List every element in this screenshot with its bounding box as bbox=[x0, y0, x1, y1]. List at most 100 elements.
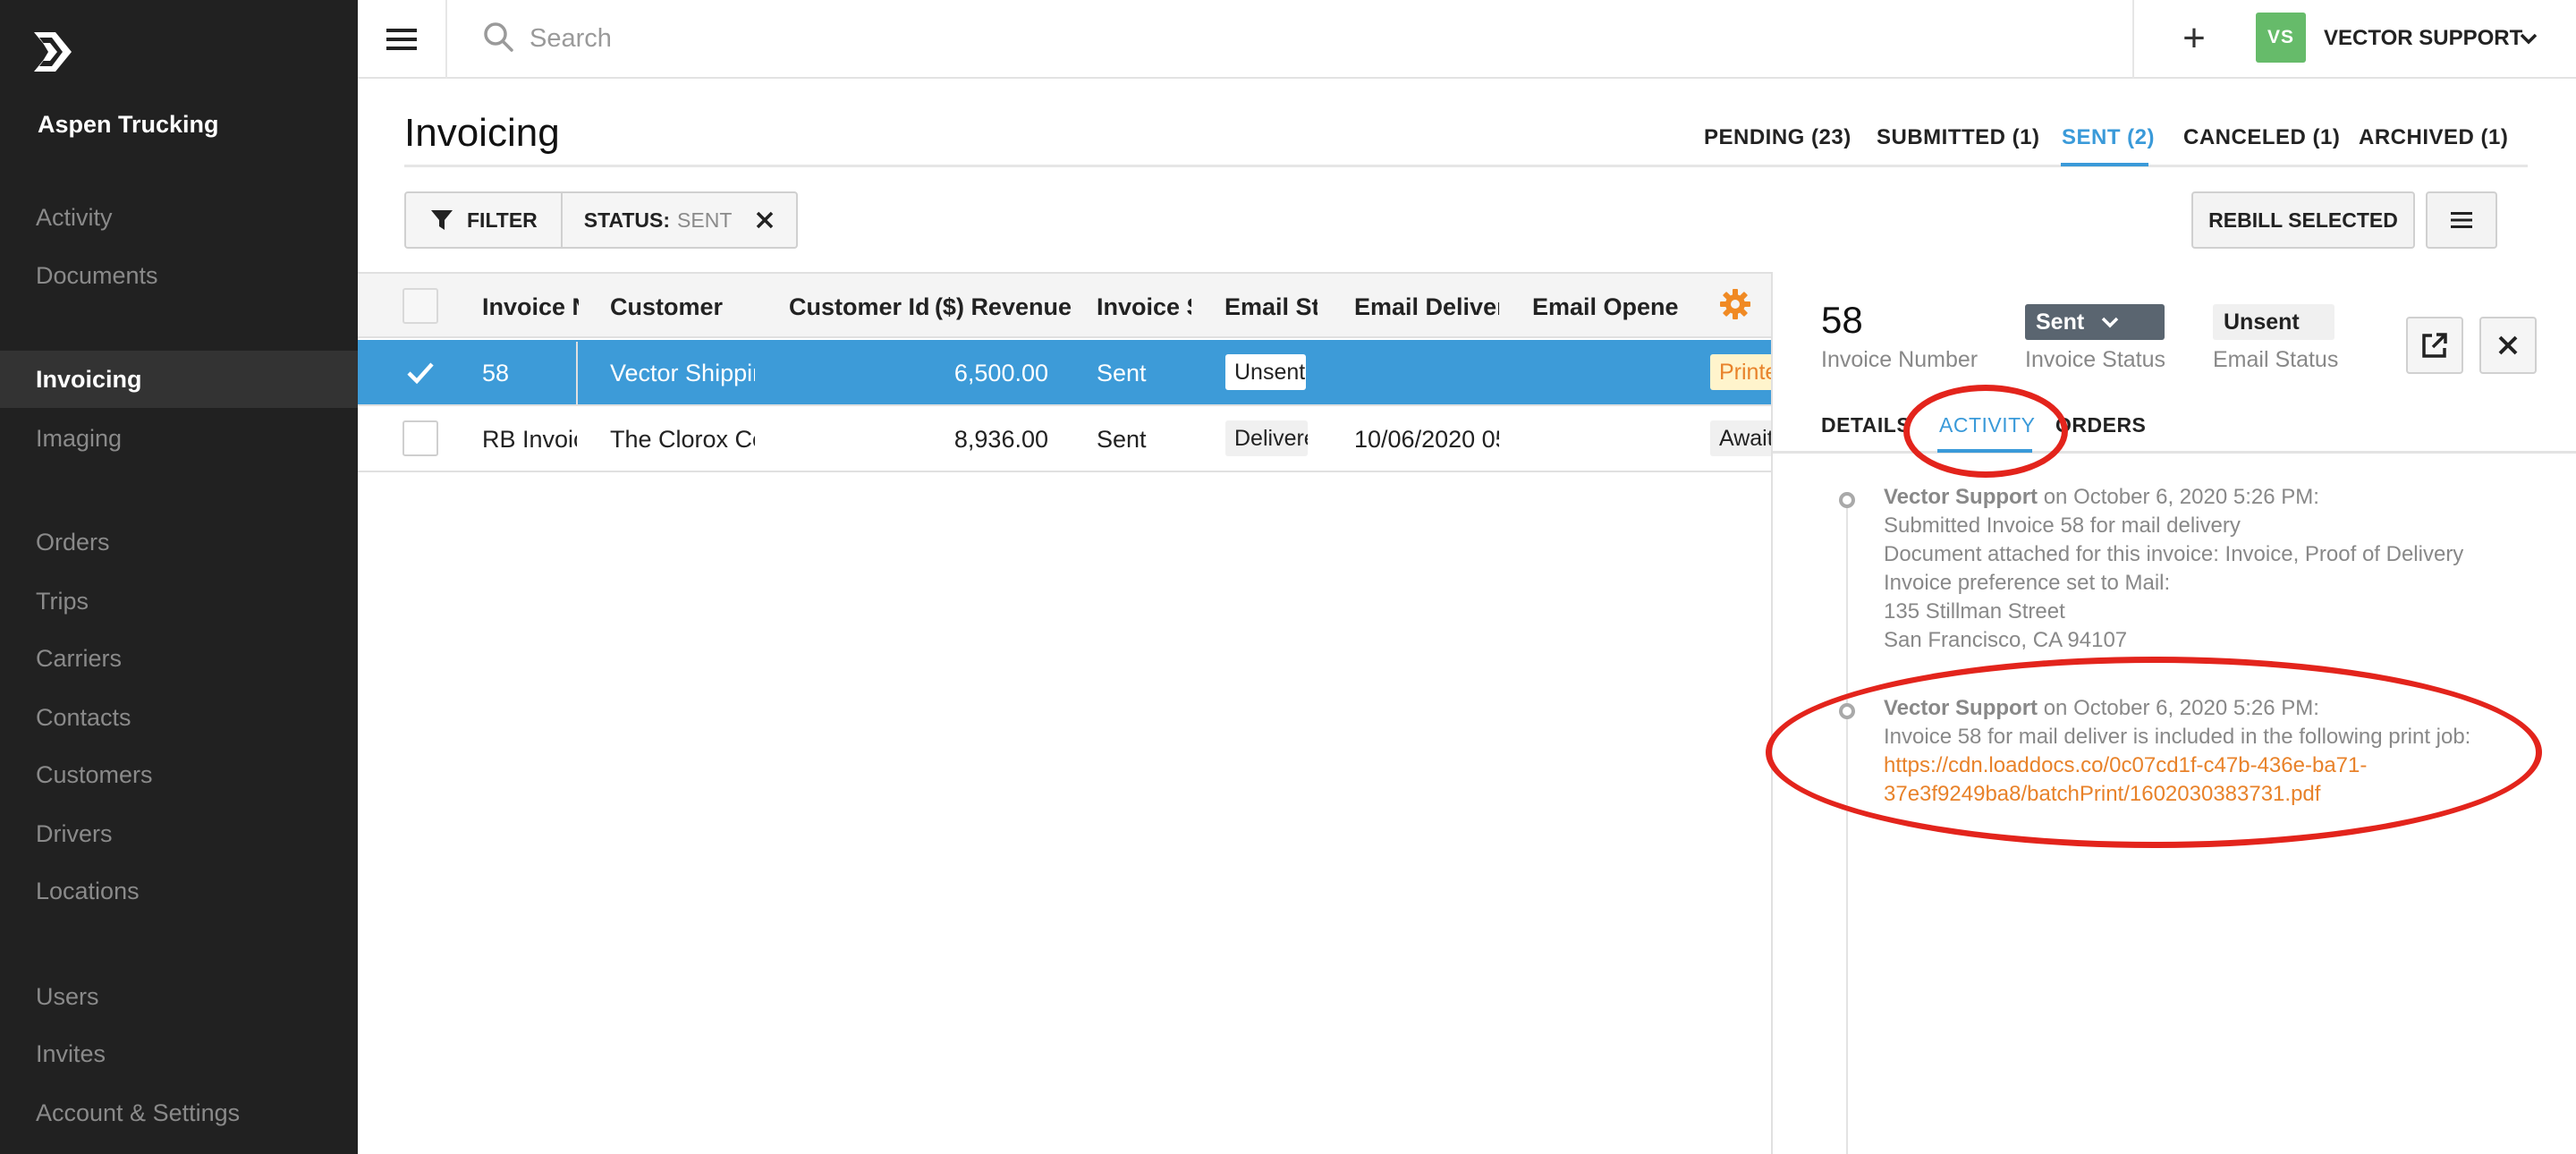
filter-group: FILTER STATUS: SENT bbox=[404, 191, 799, 249]
email-status-badge: Delivered bbox=[1225, 420, 1308, 456]
filter-button[interactable]: FILTER bbox=[406, 193, 563, 247]
page-title: Invoicing bbox=[404, 111, 560, 155]
close-icon bbox=[2498, 335, 2518, 355]
hamburger-icon bbox=[386, 29, 417, 50]
activity-line: Invoice preference set to Mail: bbox=[1884, 571, 2171, 595]
search-input[interactable] bbox=[530, 16, 1424, 61]
panel-tab-activity[interactable]: ACTIVITY bbox=[1939, 413, 2036, 437]
panel-tab-orders[interactable]: ORDERS bbox=[2055, 413, 2146, 437]
row-checkbox[interactable] bbox=[402, 420, 438, 456]
filter-icon bbox=[431, 210, 453, 230]
activity-timestamp: on October 6, 2020 5:26 PM: bbox=[2038, 485, 2319, 509]
status-filter-value: SENT bbox=[677, 208, 733, 232]
close-panel-button[interactable] bbox=[2479, 317, 2537, 374]
panel-tab-details[interactable]: DETAILS bbox=[1821, 413, 1911, 437]
table-row[interactable]: 58 Vector Shipping 6,500.00 Sent Unsent … bbox=[358, 340, 1771, 406]
tab-active-underline bbox=[2061, 163, 2148, 166]
open-external-button[interactable] bbox=[2406, 317, 2463, 374]
table-row[interactable]: RB Invoice The Clorox Company 8,936.00 S… bbox=[358, 406, 1771, 472]
column-divider bbox=[576, 342, 578, 404]
activity-entry: Vector Support on October 6, 2020 5:26 P… bbox=[1884, 694, 2470, 809]
tab-sent[interactable]: SENT (2) bbox=[2062, 125, 2155, 150]
chevron-down-icon bbox=[2101, 317, 2119, 328]
tab-canceled[interactable]: CANCELED (1) bbox=[2183, 125, 2340, 150]
status-filter-chip[interactable]: STATUS: SENT bbox=[563, 193, 797, 247]
list-icon bbox=[2451, 212, 2472, 228]
company-name: Aspen Trucking bbox=[38, 111, 219, 138]
sidebar-item-carriers[interactable]: Carriers bbox=[0, 630, 358, 687]
cell-invoice-number: RB Invoice bbox=[482, 426, 577, 453]
sidebar-item-customers[interactable]: Customers bbox=[0, 746, 358, 803]
activity-line: Submitted Invoice 58 for mail delivery bbox=[1884, 513, 2241, 538]
sidebar-item-users[interactable]: Users bbox=[0, 968, 358, 1025]
sidebar-item-trips[interactable]: Trips bbox=[0, 573, 358, 630]
column-header-email-delivered[interactable]: Email Delivered bbox=[1354, 293, 1499, 321]
list-options-button[interactable] bbox=[2426, 191, 2497, 249]
invoice-number-label: Invoice Number bbox=[1821, 347, 1979, 372]
sidebar-item-imaging[interactable]: Imaging bbox=[0, 410, 358, 467]
close-icon[interactable] bbox=[755, 210, 775, 230]
cell-customer: The Clorox Company bbox=[610, 426, 755, 453]
status-filter-key: STATUS: bbox=[583, 208, 671, 232]
activity-author: Vector Support bbox=[1884, 485, 2038, 509]
app-logo-icon[interactable] bbox=[32, 30, 73, 73]
sidebar-item-orders[interactable]: Orders bbox=[0, 513, 358, 571]
sidebar-item-invoicing[interactable]: Invoicing bbox=[0, 351, 358, 408]
column-header-invoice-status[interactable]: Invoice Status bbox=[1097, 293, 1191, 321]
activity-line: Invoice 58 for mail deliver is included … bbox=[1884, 725, 2471, 749]
avatar[interactable]: VS bbox=[2256, 13, 2306, 63]
panel-tab-divider bbox=[1773, 451, 2576, 454]
sidebar-item-invites[interactable]: Invites bbox=[0, 1025, 358, 1082]
header-divider bbox=[404, 165, 2528, 167]
topbar-divider bbox=[2132, 0, 2134, 79]
cell-invoice-status: Sent bbox=[1097, 426, 1147, 453]
rebill-selected-button[interactable]: REBILL SELECTED bbox=[2191, 191, 2415, 249]
sidebar-item-drivers[interactable]: Drivers bbox=[0, 805, 358, 862]
column-header-email-status[interactable]: Email Status bbox=[1224, 293, 1318, 321]
gear-icon[interactable] bbox=[1719, 288, 1751, 320]
tab-archived[interactable]: ARCHIVED (1) bbox=[2359, 125, 2508, 150]
sidebar: Aspen Trucking Activity Documents Invoic… bbox=[0, 0, 358, 1154]
invoice-status-label: Invoice Status bbox=[2025, 347, 2166, 372]
column-header-revenue[interactable]: Revenue ($) bbox=[928, 293, 1072, 321]
add-button[interactable]: + bbox=[2172, 18, 2216, 63]
sidebar-item-contacts[interactable]: Contacts bbox=[0, 689, 358, 746]
column-header-invoice-number[interactable]: Invoice Number bbox=[482, 293, 579, 321]
user-menu-name[interactable]: VECTOR SUPPORT bbox=[2324, 26, 2522, 51]
select-all-checkbox[interactable] bbox=[402, 288, 438, 324]
timeline-dot-icon bbox=[1839, 703, 1855, 719]
cell-revenue: 8,936.00 bbox=[953, 426, 1048, 453]
column-header-customer[interactable]: Customer bbox=[610, 293, 762, 321]
top-bar: + VS VECTOR SUPPORT bbox=[358, 0, 2576, 79]
sidebar-item-account-settings[interactable]: Account & Settings bbox=[0, 1084, 358, 1141]
sidebar-item-activity[interactable]: Activity bbox=[0, 189, 358, 246]
external-link-icon bbox=[2422, 333, 2447, 358]
email-status-label: Email Status bbox=[2213, 347, 2339, 372]
cell-customer: Vector Shipping bbox=[610, 360, 755, 386]
sidebar-item-documents[interactable]: Documents bbox=[0, 247, 358, 304]
invoice-status-dropdown[interactable]: Sent bbox=[2025, 304, 2165, 340]
print-job-link-continued[interactable]: 37e3f9249ba8/batchPrint/1602030383731.pd… bbox=[1884, 780, 2470, 809]
activity-line: Document attached for this invoice: Invo… bbox=[1884, 542, 2464, 566]
print-job-link[interactable]: https://cdn.loaddocs.co/0c07cd1f-c47b-43… bbox=[1884, 751, 2470, 780]
sidebar-item-locations[interactable]: Locations bbox=[0, 862, 358, 920]
cell-email-delivered: 10/06/2020 05:26 PM bbox=[1354, 426, 1499, 453]
search-icon bbox=[484, 22, 513, 52]
cell-revenue: 6,500.00 bbox=[953, 360, 1048, 386]
tab-pending[interactable]: PENDING (23) bbox=[1704, 125, 1852, 150]
cell-invoice-status: Sent bbox=[1097, 360, 1147, 386]
column-header-customer-id[interactable]: Customer Id bbox=[789, 293, 928, 321]
activity-entry: Vector Support on October 6, 2020 5:26 P… bbox=[1884, 483, 2463, 655]
checkmark-icon[interactable] bbox=[406, 360, 435, 386]
invoice-status-value: Sent bbox=[2036, 310, 2085, 335]
tab-submitted[interactable]: SUBMITTED (1) bbox=[1877, 125, 2040, 150]
print-status-badge: Awaiting bbox=[1710, 420, 1771, 456]
invoice-detail-panel: 58 Invoice Number Sent Invoice Status Un… bbox=[1771, 272, 2576, 1154]
chevron-down-icon[interactable] bbox=[2517, 27, 2540, 50]
table-header: Invoice Number Customer Customer Id Reve… bbox=[358, 272, 1771, 338]
activity-timestamp: on October 6, 2020 5:26 PM: bbox=[2038, 696, 2319, 720]
column-header-email-opened[interactable]: Email Opened bbox=[1532, 293, 1679, 321]
email-status-badge: Unsent bbox=[2213, 304, 2334, 340]
hamburger-menu-button[interactable] bbox=[358, 0, 447, 79]
timeline-line bbox=[1846, 496, 1848, 1154]
